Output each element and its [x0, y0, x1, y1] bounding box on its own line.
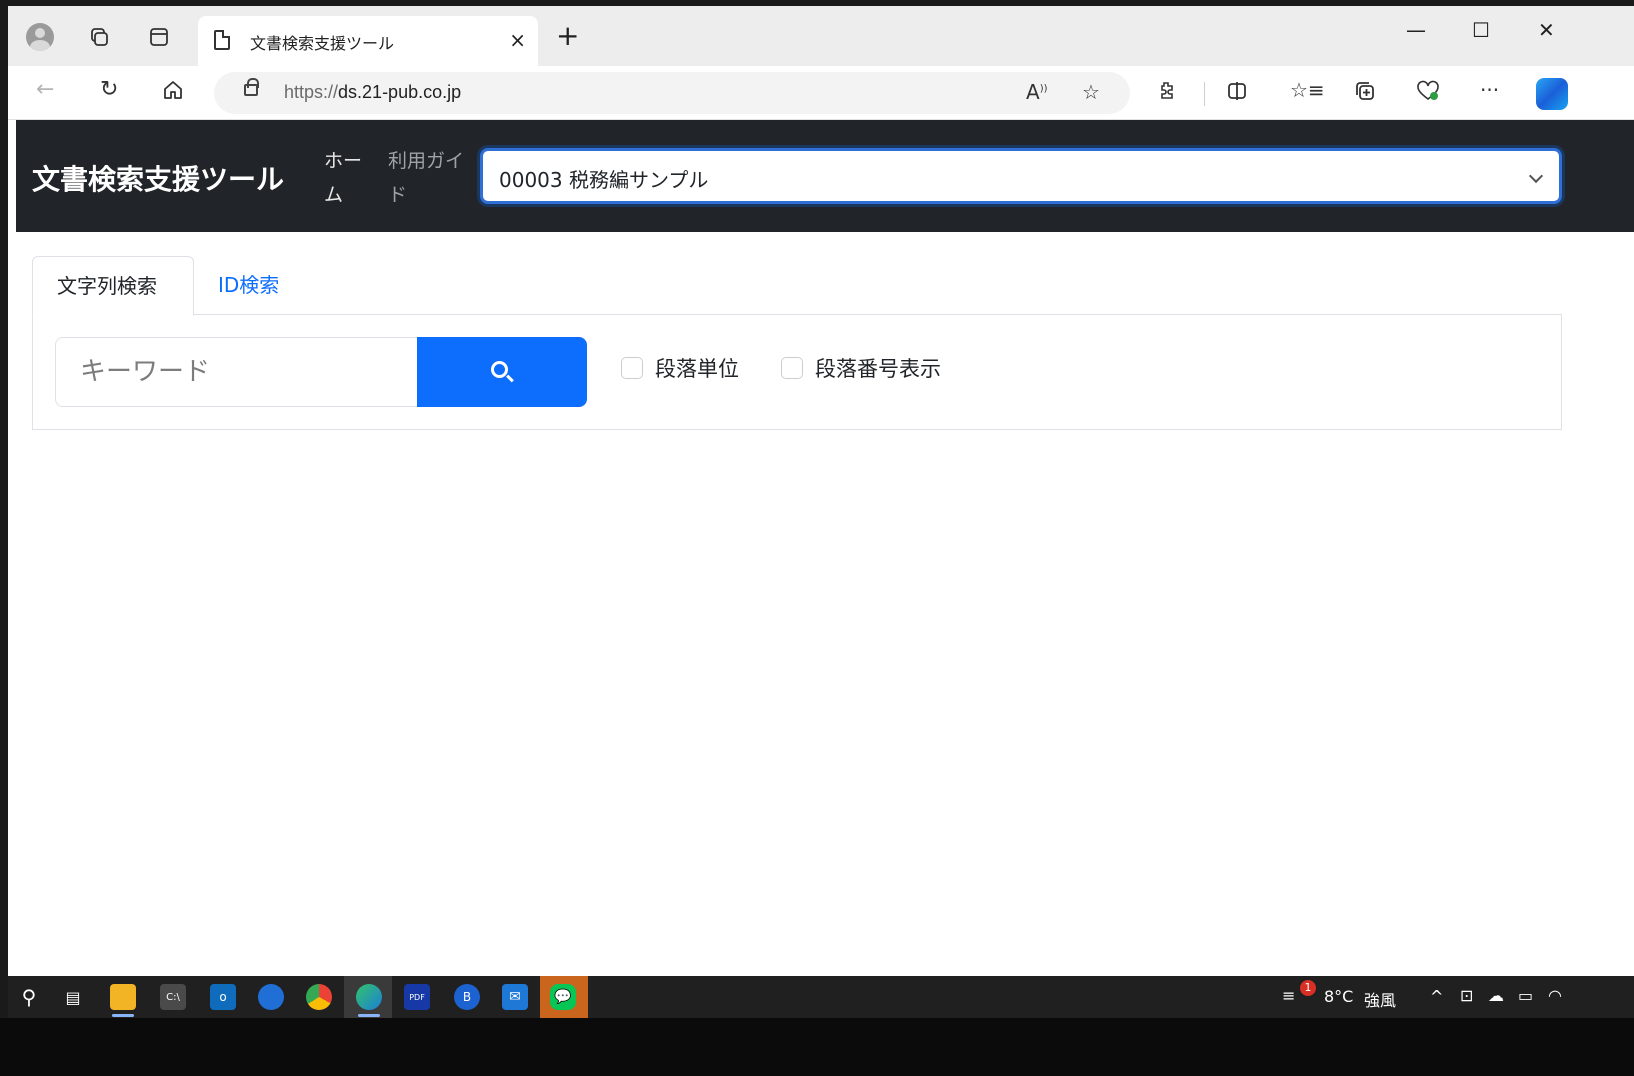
split-screen-icon[interactable] — [1226, 80, 1248, 105]
chrome-icon[interactable] — [306, 984, 332, 1010]
wifi-icon[interactable]: ◠ — [1548, 986, 1562, 1005]
tab-close-button[interactable]: × — [509, 28, 526, 52]
more-icon[interactable]: ··· — [1480, 80, 1499, 100]
home-icon[interactable] — [162, 79, 184, 106]
windows-taskbar: ⚲ ▤ C:\ o PDF B ✉ 💬 ≡ 1 8°C 強風 ^ ⊡ ☁ ▭ ◠ — [8, 976, 1634, 1018]
search-icon[interactable]: ⚲ — [16, 984, 42, 1010]
browser-tab-active[interactable]: 文書検索支援ツール × — [198, 16, 538, 66]
toolbar-separator — [1204, 82, 1205, 106]
pdf-viewer-icon[interactable]: PDF — [404, 984, 430, 1010]
title-bar: 文書検索支援ツール × + — ☐ ✕ — [8, 6, 1634, 66]
weather-text[interactable]: 強風 — [1364, 987, 1396, 1011]
file-explorer-icon[interactable] — [110, 984, 136, 1010]
task-view-icon[interactable]: ▤ — [60, 984, 86, 1010]
search-icon — [491, 361, 508, 378]
close-window-button[interactable]: ✕ — [1538, 18, 1555, 42]
app-icon[interactable] — [258, 984, 284, 1010]
weather-badge: 1 — [1300, 980, 1316, 996]
search-panel: キーワード 段落単位 段落番号表示 — [32, 314, 1562, 430]
workspaces-icon[interactable] — [86, 24, 112, 50]
favorite-icon[interactable]: ☆ — [1082, 80, 1100, 104]
document-select[interactable]: 00003 税務編サンプル — [480, 148, 1562, 204]
read-aloud-icon[interactable]: A)) — [1026, 80, 1048, 104]
nav-home-link[interactable]: ホーム — [324, 144, 372, 212]
edge-icon[interactable] — [356, 984, 382, 1010]
terminal-icon[interactable]: C:\ — [160, 984, 186, 1010]
profile-icon[interactable] — [26, 23, 54, 51]
paragraph-unit-checkbox[interactable] — [621, 357, 643, 379]
url-text[interactable]: https://ds.21-pub.co.jp — [284, 82, 461, 103]
favorites-icon[interactable]: ☆≡ — [1290, 80, 1325, 100]
keyword-input[interactable]: キーワード — [55, 337, 417, 407]
ime-icon[interactable]: ⊡ — [1460, 986, 1473, 1005]
site-brand[interactable]: 文書検索支援ツール — [32, 158, 284, 198]
paragraph-unit-label[interactable]: 段落単位 — [655, 353, 739, 383]
tab-id-search[interactable]: ID検索 — [194, 256, 303, 316]
mail-icon[interactable]: ✉ — [502, 984, 528, 1010]
refresh-icon[interactable]: ↻ — [100, 79, 118, 101]
page-icon — [214, 30, 230, 50]
back-icon[interactable]: ← — [36, 79, 54, 101]
address-bar[interactable]: https://ds.21-pub.co.jp A)) ☆ — [214, 72, 1130, 114]
screen-bottom-edge — [0, 1018, 1634, 1076]
browser-essentials-icon[interactable] — [1416, 80, 1440, 105]
search-button[interactable] — [417, 337, 587, 407]
lock-icon[interactable] — [244, 78, 259, 96]
app-icon-blue[interactable]: B — [454, 984, 480, 1010]
paragraph-number-checkbox[interactable] — [781, 357, 803, 379]
collections-icon[interactable] — [1354, 80, 1376, 105]
address-toolbar: ← ↻ https://ds.21-pub.co.jp A)) ☆ ☆≡ ··· — [8, 66, 1634, 120]
tray-chevron[interactable]: ^ — [1430, 987, 1443, 1006]
site-navbar: 文書検索支援ツール ホーム 利用ガイド 00003 税務編サンプル — [16, 120, 1634, 232]
tab-title: 文書検索支援ツール — [250, 34, 395, 53]
battery-icon[interactable]: ▭ — [1518, 986, 1533, 1005]
copilot-icon[interactable] — [1536, 78, 1568, 110]
line-icon[interactable]: 💬 — [550, 984, 576, 1010]
tab-actions-icon[interactable] — [146, 24, 172, 50]
new-tab-button[interactable]: + — [556, 22, 579, 50]
onedrive-icon[interactable]: ☁ — [1488, 986, 1504, 1005]
extensions-icon[interactable] — [1156, 80, 1178, 105]
outlook-icon[interactable]: o — [210, 984, 236, 1010]
document-select-value: 00003 税務編サンプル — [499, 168, 709, 192]
active-indicator — [358, 1014, 380, 1017]
tab-string-search[interactable]: 文字列検索 — [32, 256, 194, 316]
maximize-button[interactable]: ☐ — [1472, 18, 1490, 42]
minimize-button[interactable]: — — [1406, 18, 1426, 42]
weather-icon[interactable]: ≡ — [1282, 986, 1295, 1005]
active-indicator — [112, 1014, 134, 1017]
browser-window: 文書検索支援ツール × + — ☐ ✕ ← ↻ https://ds.21-pu… — [8, 6, 1634, 1018]
paragraph-number-label[interactable]: 段落番号表示 — [815, 353, 941, 383]
temperature-text[interactable]: 8°C — [1324, 987, 1353, 1006]
chevron-down-icon — [1528, 168, 1544, 184]
nav-guide-link[interactable]: 利用ガイド — [388, 144, 474, 212]
